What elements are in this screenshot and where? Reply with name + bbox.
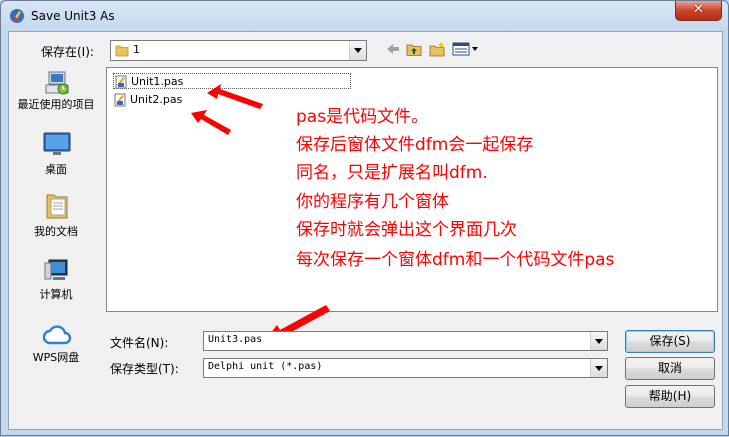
chevron-down-icon[interactable]	[590, 359, 607, 377]
filename-label: 文件名(N):	[110, 336, 169, 350]
chevron-down-icon[interactable]	[590, 332, 607, 350]
cancel-button[interactable]: 取消	[625, 357, 715, 380]
filename-input[interactable]: Unit3.pas	[203, 331, 608, 351]
save-dialog-window: Save Unit3 As ✕ 保存在(I): 1 最近使用的项目 桌面 我的文…	[0, 0, 729, 436]
arrow-annotation-unit1	[207, 84, 263, 109]
filetype-select[interactable]: Delphi unit (*.pas)	[203, 358, 608, 378]
arrow-annotation-unit2	[191, 110, 231, 135]
help-button[interactable]: 帮助(H)	[625, 385, 715, 408]
filename-value: Unit3.pas	[208, 334, 263, 345]
filetype-value: Delphi unit (*.pas)	[208, 361, 323, 372]
save-button[interactable]: 保存(S)	[625, 330, 715, 353]
filetype-label: 保存类型(T):	[110, 362, 179, 376]
